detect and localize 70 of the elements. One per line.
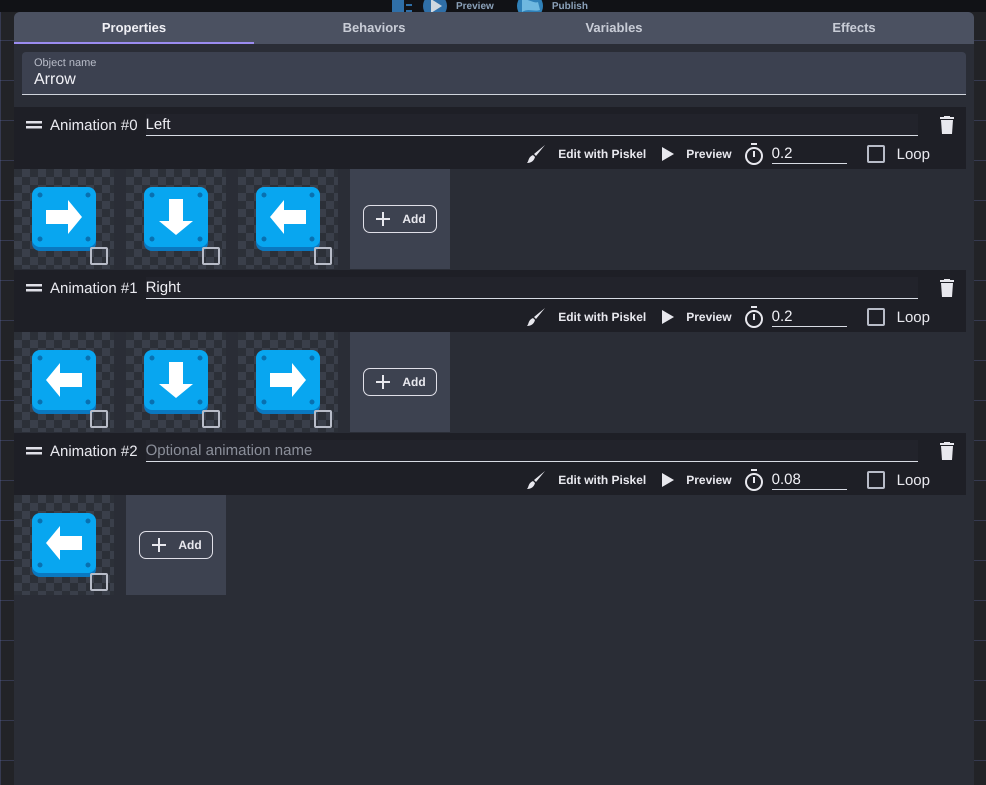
loop-checkbox[interactable] <box>866 145 885 163</box>
plus-icon <box>376 375 390 389</box>
play-icon <box>662 473 674 487</box>
drag-handle-icon[interactable] <box>26 447 42 455</box>
loop-label: Loop <box>896 308 930 326</box>
arrow-tile-icon <box>256 350 320 414</box>
preview-button[interactable]: Preview <box>658 473 736 487</box>
timer-icon <box>744 469 764 491</box>
drag-handle-icon[interactable] <box>26 121 42 129</box>
toolbar-label[interactable]: Preview <box>456 0 494 12</box>
toolbar-label[interactable]: Publish <box>552 0 588 12</box>
frame-checkbox[interactable] <box>314 247 332 265</box>
frame-thumbnail[interactable] <box>14 332 114 432</box>
timer-icon <box>744 306 764 328</box>
animation-label: Animation #2 <box>50 442 138 460</box>
arrow-tile-icon <box>144 350 208 414</box>
edit-with-piskel-button[interactable]: Edit with Piskel <box>522 307 650 327</box>
preview-button[interactable]: Preview <box>658 147 736 161</box>
arrow-tile-icon <box>32 513 96 577</box>
tab[interactable]: Variables <box>494 12 734 44</box>
duration-input[interactable]: 0.08 <box>772 470 847 490</box>
drag-handle-icon[interactable] <box>26 284 42 292</box>
brush-icon <box>526 307 546 327</box>
frame-checkbox[interactable] <box>90 410 108 428</box>
plus-icon <box>376 212 390 226</box>
animation-name-field[interactable]: Optional animation name <box>146 440 918 462</box>
frame-checkbox[interactable] <box>314 410 332 428</box>
timer-icon <box>744 143 764 165</box>
duration-input[interactable]: 0.2 <box>772 144 847 164</box>
loop-label: Loop <box>896 472 930 488</box>
delete-icon <box>940 442 954 460</box>
animation-name-field[interactable]: Left <box>146 114 918 136</box>
field-label: Object name <box>34 57 98 69</box>
preview-button[interactable]: Preview <box>658 310 736 324</box>
arrow-tile-icon <box>32 187 96 251</box>
edit-with-piskel-button[interactable]: Edit with Piskel <box>522 470 650 490</box>
frame-checkbox[interactable] <box>202 410 220 428</box>
plus-icon <box>152 538 166 552</box>
animation-label: Animation #1 <box>50 280 138 296</box>
edit-with-piskel-button[interactable]: Edit with Piskel <box>522 144 650 164</box>
delete-button[interactable] <box>940 116 954 134</box>
object-name-field[interactable]: Object name Arrow <box>22 52 966 95</box>
tab[interactable]: Effects <box>734 12 974 44</box>
animation-label: Animation #0 <box>50 116 138 134</box>
duration-input[interactable]: 0.2 <box>772 307 847 327</box>
add-button[interactable]: Add <box>363 368 437 396</box>
play-icon <box>662 310 674 324</box>
delete-icon <box>940 116 954 134</box>
arrow-tile-icon <box>32 350 96 414</box>
add-button[interactable]: Add <box>139 531 213 559</box>
tab[interactable]: Properties <box>14 12 254 44</box>
brush-icon <box>526 470 546 490</box>
loop-label: Loop <box>896 146 930 162</box>
arrow-tile-icon <box>144 187 208 251</box>
arrow-tile-icon <box>256 187 320 251</box>
delete-icon <box>940 279 954 297</box>
tab[interactable]: Behaviors <box>254 12 494 44</box>
frame-checkbox[interactable] <box>202 247 220 265</box>
object-name-input[interactable]: Arrow <box>34 71 954 89</box>
animation-name-field[interactable]: Right <box>146 277 918 299</box>
frame-thumbnail[interactable] <box>14 169 114 269</box>
delete-button[interactable] <box>940 279 954 297</box>
loop-checkbox[interactable] <box>866 308 885 326</box>
loop-checkbox[interactable] <box>866 471 885 489</box>
brush-icon <box>526 144 546 164</box>
delete-button[interactable] <box>940 442 954 460</box>
frame-checkbox[interactable] <box>90 247 108 265</box>
play-icon <box>662 147 674 161</box>
frame-checkbox[interactable] <box>90 573 108 591</box>
add-button[interactable]: Add <box>363 205 437 233</box>
